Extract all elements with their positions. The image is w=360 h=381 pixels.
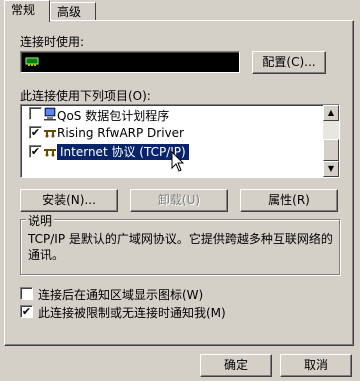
list-item-label: Rising RfwARP Driver xyxy=(57,126,184,140)
uninstall-button-label: 卸载(U) xyxy=(157,193,201,207)
tab-advanced-label: 高级 xyxy=(57,5,82,19)
adapter-field xyxy=(20,51,240,73)
item-checkbox[interactable]: ✔ xyxy=(29,145,42,158)
network-adapter-icon xyxy=(25,56,39,67)
mouse-cursor-icon xyxy=(171,150,185,173)
description-text: TCP/IP 是默认的广域网协议。它提供跨越多种互联网络的通讯。 xyxy=(28,232,333,262)
connect-using-label: 连接时使用: xyxy=(20,35,85,49)
notify-limited-label: 此连接被限制或无连接时通知我(M) xyxy=(38,306,226,320)
list-item-label: Internet 协议 (TCP/IP) xyxy=(57,144,189,160)
ok-button[interactable]: 确定 xyxy=(200,354,272,377)
list-item[interactable]: QoS 数据包计划程序 xyxy=(23,105,335,123)
tab-general[interactable]: 常规 xyxy=(4,0,50,22)
item-checkbox[interactable] xyxy=(29,107,42,120)
scroll-thumb[interactable] xyxy=(323,139,339,161)
show-icon-checkbox[interactable] xyxy=(20,287,33,300)
ok-button-label: 确定 xyxy=(223,358,248,372)
components-label: 此连接使用下列项目(O): xyxy=(20,89,151,103)
install-button[interactable]: 安装(N)... xyxy=(20,189,118,212)
cancel-button-label: 取消 xyxy=(303,358,328,372)
description-title: 说明 xyxy=(26,212,55,229)
network-service-icon xyxy=(43,107,57,121)
install-button-label: 安装(N)... xyxy=(42,193,96,207)
cancel-button[interactable]: 取消 xyxy=(280,354,352,377)
list-item[interactable]: ✔ Rising RfwARP Driver xyxy=(23,124,335,142)
tab-general-label: 常规 xyxy=(11,3,36,17)
configure-button-label: 配置(C)... xyxy=(262,55,316,69)
item-checkbox[interactable]: ✔ xyxy=(29,126,42,139)
configure-button[interactable]: 配置(C)... xyxy=(252,51,326,74)
tab-advanced[interactable]: 高级 xyxy=(50,2,96,20)
notify-limited-checkbox[interactable]: ✔ xyxy=(20,305,33,318)
properties-button[interactable]: 属性(R) xyxy=(240,189,338,212)
scroll-up-button[interactable]: ▲ xyxy=(323,105,339,121)
show-icon-label: 连接后在通知区域显示图标(W) xyxy=(38,288,204,302)
properties-button-label: 属性(R) xyxy=(268,193,310,207)
list-scrollbar[interactable]: ▲ ▼ xyxy=(323,105,339,177)
scroll-down-button[interactable]: ▼ xyxy=(323,161,339,177)
list-item-label: QoS 数据包计划程序 xyxy=(57,109,170,123)
protocol-icon xyxy=(43,126,57,140)
uninstall-button[interactable]: 卸载(U) xyxy=(130,189,228,212)
protocol-icon xyxy=(43,145,57,159)
components-list[interactable]: QoS 数据包计划程序 ✔ Rising RfwARP Driver ✔ Int… xyxy=(20,104,340,178)
